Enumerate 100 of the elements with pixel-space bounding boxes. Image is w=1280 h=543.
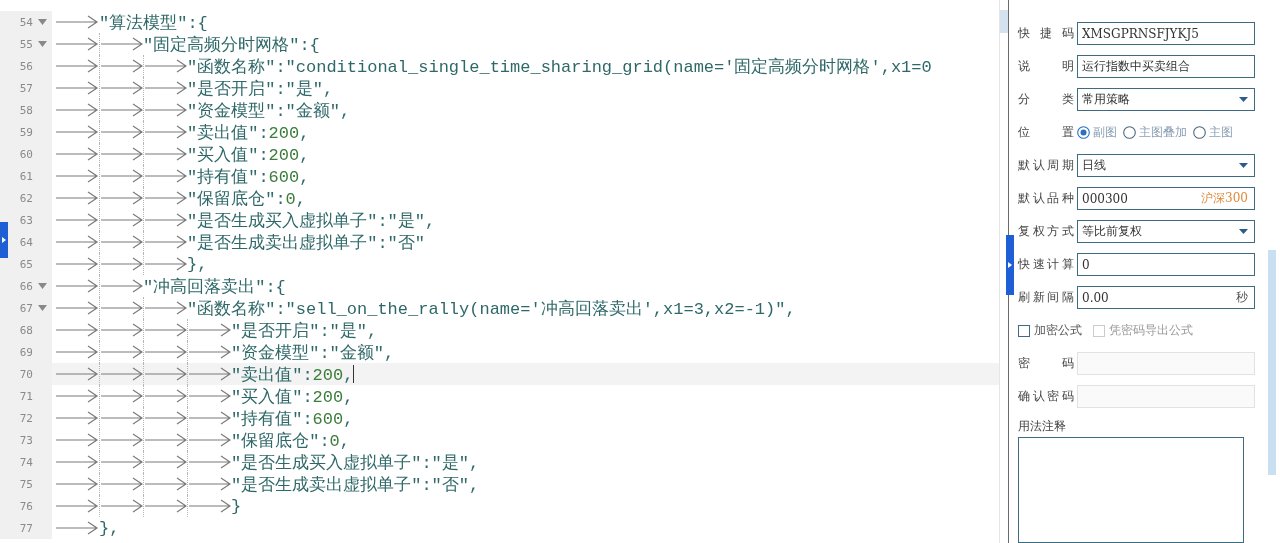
- tab-arrow-icon: [188, 389, 231, 403]
- tab-arrow-icon: [55, 521, 99, 535]
- checkbox-option[interactable]: 加密公式: [1018, 322, 1082, 339]
- code-line-text: "是否生成卖出虚拟单子":"否": [187, 232, 425, 253]
- tab-arrow-icon: [55, 213, 99, 227]
- input-field[interactable]: 000300 沪深300: [1077, 187, 1255, 210]
- tab-arrow-icon: [144, 411, 187, 425]
- line-number: 65: [18, 257, 33, 271]
- code-line-text: "买入值":200,: [187, 144, 310, 165]
- code-line-text: "是否开启":"是",: [187, 78, 334, 99]
- line-number: 74: [18, 455, 33, 469]
- tab-arrow-icon: [188, 433, 231, 447]
- scrollbar-thumb[interactable]: [1000, 10, 1008, 33]
- code-line-text: "是否生成买入虚拟单子":"是",: [187, 210, 436, 231]
- field-label: 刷新间隔: [1018, 289, 1074, 306]
- tab-arrow-icon: [144, 301, 187, 315]
- tab-arrow-icon: [55, 235, 99, 249]
- input-field[interactable]: 0: [1077, 253, 1255, 276]
- code-line-text: "资金模型":"金额",: [231, 342, 395, 363]
- field-label: 快速计算: [1018, 256, 1074, 273]
- tab-arrow-icon: [100, 323, 143, 337]
- tab-arrow-icon: [144, 59, 187, 73]
- dropdown[interactable]: 常用策略: [1077, 88, 1255, 111]
- tab-arrow-icon: [55, 477, 99, 491]
- line-number: 64: [18, 235, 33, 249]
- tab-arrow-icon: [144, 147, 187, 161]
- dropdown-caret-icon: [1239, 229, 1248, 234]
- tab-arrow-icon: [144, 367, 187, 381]
- code-line-text: "保留底仓":0,: [231, 430, 350, 451]
- tab-arrow-icon: [55, 37, 99, 51]
- code-line-text: "是否生成卖出虚拟单子":"否",: [231, 474, 480, 495]
- tab-arrow-icon: [100, 147, 143, 161]
- line-number: 77: [18, 521, 33, 535]
- collapse-handle[interactable]: [1006, 235, 1014, 295]
- tab-arrow-icon: [188, 455, 231, 469]
- tab-arrow-icon: [100, 103, 143, 117]
- input-field[interactable]: 运行指数中买卖组合: [1077, 55, 1255, 78]
- line-number: 69: [18, 345, 33, 359]
- tab-arrow-icon: [100, 81, 143, 95]
- dropdown-caret-icon: [1239, 163, 1248, 168]
- code-line-text: "资金模型":"金额",: [187, 100, 351, 121]
- tab-arrow-icon: [144, 169, 187, 183]
- tab-arrow-icon: [100, 389, 143, 403]
- input-field[interactable]: XMSGPRNSFJYKJ5: [1077, 22, 1255, 45]
- tab-arrow-icon: [100, 477, 143, 491]
- line-number: 72: [18, 411, 33, 425]
- tab-arrow-icon: [100, 37, 143, 51]
- line-number: 58: [18, 103, 33, 117]
- tab-arrow-icon: [55, 81, 99, 95]
- code-editor[interactable]: [0, 0, 1008, 543]
- line-number: 60: [18, 147, 33, 161]
- checkbox-icon[interactable]: [1018, 324, 1030, 337]
- code-line-text: "持有值":600,: [231, 408, 354, 429]
- tab-arrow-icon: [55, 15, 99, 29]
- tab-arrow-icon: [144, 81, 187, 95]
- dropdown[interactable]: 日线: [1077, 154, 1255, 177]
- line-number: 54: [18, 15, 33, 29]
- field-label: 用法注释: [1018, 418, 1067, 435]
- radio-button-icon[interactable]: [1077, 126, 1090, 139]
- text-area[interactable]: [1018, 437, 1244, 543]
- tab-arrow-icon: [144, 477, 187, 491]
- tab-arrow-icon: [55, 499, 99, 513]
- tab-arrow-icon: [55, 345, 99, 359]
- tab-arrow-icon: [100, 411, 143, 425]
- fold-toggle-icon[interactable]: [38, 41, 47, 47]
- dropdown[interactable]: 等比前复权: [1077, 220, 1255, 243]
- tab-arrow-icon: [55, 257, 99, 271]
- scrollbar-thumb[interactable]: [1268, 250, 1276, 475]
- tab-arrow-icon: [188, 499, 231, 513]
- line-number: 67: [18, 301, 33, 315]
- checkbox-option: 凭密码导出公式: [1093, 322, 1193, 339]
- tab-arrow-icon: [144, 257, 187, 271]
- line-number: 73: [18, 433, 33, 447]
- line-number: 76: [18, 499, 33, 513]
- fold-toggle-icon[interactable]: [38, 305, 47, 311]
- tab-arrow-icon: [100, 213, 143, 227]
- tab-arrow-icon: [144, 125, 187, 139]
- line-number: 57: [18, 81, 33, 95]
- tab-arrow-icon: [144, 433, 187, 447]
- tab-arrow-icon: [55, 59, 99, 73]
- field-label: 复权方式: [1018, 223, 1074, 240]
- tab-arrow-icon: [55, 169, 99, 183]
- tab-arrow-icon: [144, 455, 187, 469]
- tab-arrow-icon: [55, 411, 99, 425]
- fold-toggle-icon[interactable]: [38, 283, 47, 289]
- tab-arrow-icon: [144, 191, 187, 205]
- tab-arrow-icon: [55, 301, 99, 315]
- code-line-text: "冲高回落卖出":{: [143, 276, 286, 297]
- fold-toggle-icon[interactable]: [38, 19, 47, 25]
- code-line-text: "持有值":600,: [187, 166, 310, 187]
- collapse-handle[interactable]: [0, 222, 8, 258]
- line-number: 55: [18, 37, 33, 51]
- code-line-text: "函数名称":"conditional_single_time_sharing_grid(name='固定高频分时网格',x1=0: [187, 56, 932, 77]
- input-field[interactable]: 0.00 秒: [1077, 286, 1255, 309]
- code-line-text: "买入值":200,: [231, 386, 354, 407]
- field-label: 说明: [1018, 58, 1074, 75]
- code-line-text: "固定高频分时网格":{: [143, 34, 320, 55]
- radio-button-icon[interactable]: [1123, 126, 1136, 139]
- radio-button-icon[interactable]: [1193, 126, 1206, 139]
- tab-arrow-icon: [144, 213, 187, 227]
